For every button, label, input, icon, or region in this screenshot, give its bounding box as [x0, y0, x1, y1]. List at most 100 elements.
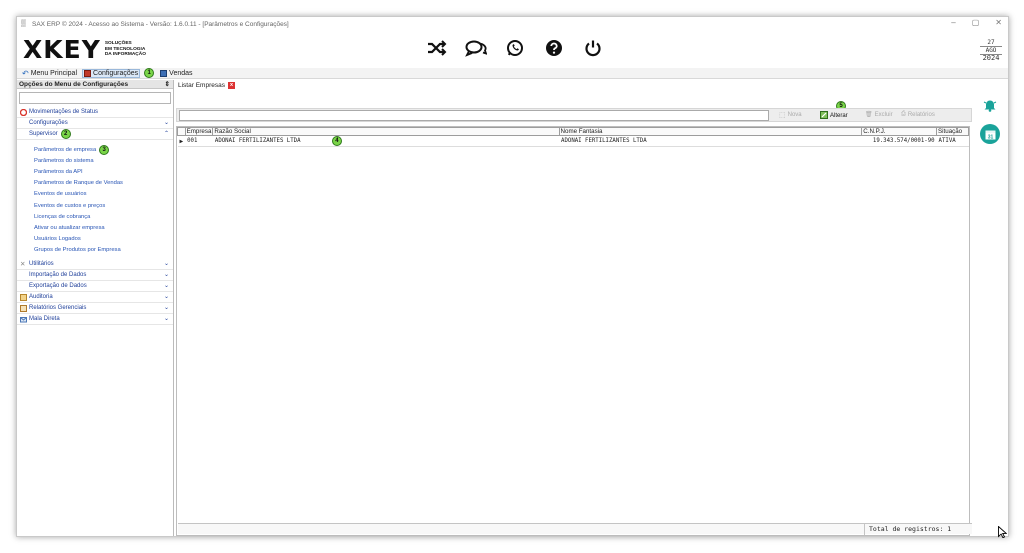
sidebar-subitem-ativar-empresa[interactable]: Ativar ou atualizar empresa — [17, 222, 173, 233]
bell-icon[interactable] — [983, 98, 997, 112]
logo-tagline: SOLUÇÕES EM TECNOLOGIA DA INFORMAÇÃO — [104, 41, 146, 58]
svg-text:31: 31 — [987, 134, 993, 139]
app-window: ▒ SAX ERP © 2024 - Acesso ao Sistema - V… — [16, 16, 1009, 537]
empresas-grid: Empresa Razão Social Nome Fantasia C.N.P… — [176, 126, 972, 536]
sidebar-item-configuracoes[interactable]: Configurações ⌄ — [17, 118, 173, 129]
cell-nome-fantasia[interactable]: ADONAI FERTILIZANTES LTDA — [559, 135, 862, 147]
col-razao-social[interactable]: Razão Social — [212, 127, 560, 136]
date-display: 27 AGO 2024 — [980, 39, 1002, 62]
window-title: SAX ERP © 2024 - Acesso ao Sistema - Ver… — [32, 20, 289, 28]
excluir-button[interactable]: 🗑 Excluir — [865, 111, 893, 119]
chat-icon[interactable] — [465, 38, 487, 58]
sidebar-item-auditoria[interactable]: Auditoria ⌄ — [17, 292, 173, 303]
back-arrow-icon: ↶ — [22, 68, 29, 78]
sidebar-subitem-parametros-sistema[interactable]: Parâmetros do sistema — [17, 155, 173, 166]
sidebar-subitem-ranque-vendas[interactable]: Parâmetros de Ranque de Vendas — [17, 178, 173, 189]
cell-empresa[interactable]: 001 — [185, 135, 213, 147]
audit-icon — [20, 293, 27, 301]
sidebar-subitem-grupos-produtos[interactable]: Grupos de Produtos por Empresa — [17, 245, 173, 256]
main-menu-bar: ↶ Menu Principal Configurações 1 Vendas — [17, 68, 1008, 79]
sidebar-title: Opções do Menu de Configurações ⇕ — [17, 80, 173, 89]
chevron-down-icon: ⌄ — [163, 282, 169, 289]
nova-button[interactable]: ⬚ Nova — [779, 111, 802, 119]
chevron-up-icon: ⌃ — [163, 131, 169, 137]
whatsapp-icon[interactable] — [504, 38, 526, 58]
sidebar-search-input[interactable] — [19, 92, 171, 104]
step-badge: 1 — [144, 68, 155, 78]
cell-situacao[interactable]: ATIVA — [936, 135, 969, 147]
grid-toolbar: ⬚ Nova Alterar 🗑 Excluir ⎙ Relatórios — [176, 108, 972, 122]
empresas-table: Empresa Razão Social Nome Fantasia C.N.P… — [177, 127, 969, 147]
cell-cnpj[interactable]: 19.343.574/0001-90 — [861, 135, 937, 147]
minimize-button[interactable]: – — [951, 18, 955, 27]
col-nome-fantasia[interactable]: Nome Fantasia — [558, 127, 863, 136]
chevron-down-icon: ⌄ — [163, 120, 169, 126]
menu-principal[interactable]: ↶ Menu Principal — [21, 69, 78, 78]
step-badge: 3 — [99, 144, 110, 155]
tab-strip: Listar Empresas x — [175, 80, 977, 90]
print-icon: ⎙ — [901, 111, 906, 117]
sidebar-item-supervisor[interactable]: Supervisor 2 ⌃ — [17, 129, 173, 140]
row-selector-icon: ▶ — [177, 135, 186, 147]
tools-icon: ✕ — [20, 260, 26, 268]
right-quickbar: 31 — [974, 80, 1008, 536]
report-icon — [20, 304, 27, 312]
sidebar-item-mala-direta[interactable]: Mala Direta ⌄ — [17, 314, 173, 325]
total-registros: Total de registros: 1 — [864, 524, 972, 535]
alterar-button[interactable]: Alterar — [820, 111, 848, 121]
menu-configuracoes[interactable]: Configurações — [82, 68, 141, 78]
new-icon: ⬚ — [779, 112, 786, 119]
sidebar-item-movimentacoes[interactable]: Movimentações de Status — [17, 107, 173, 118]
menu-vendas[interactable]: Vendas — [159, 69, 193, 77]
title-bar: ▒ SAX ERP © 2024 - Acesso ao Sistema - V… — [17, 17, 1008, 31]
sales-icon — [160, 69, 168, 77]
col-situacao[interactable]: Situação — [936, 127, 969, 136]
sidebar-subitem-eventos-usuarios[interactable]: Eventos de usuários — [17, 189, 173, 200]
tab-listar-empresas[interactable]: Listar Empresas — [178, 82, 225, 89]
sidebar-item-exportacao[interactable]: Exportação de Dados ⌄ — [17, 281, 173, 292]
chevron-down-icon: ⌄ — [163, 271, 169, 278]
sidebar-subitem-parametros-empresa[interactable]: Parâmetros de empresa 3 — [17, 144, 173, 155]
date-day: 27 — [980, 39, 1002, 47]
chevron-down-icon: ⌄ — [163, 293, 169, 300]
date-year: 2024 — [982, 54, 1000, 62]
status-bar: Total de registros: 1 — [178, 523, 972, 535]
window-controls: – ▢ ✕ — [951, 18, 1002, 27]
maximize-button[interactable]: ▢ — [972, 18, 980, 27]
status-icon — [19, 108, 28, 117]
col-cnpj[interactable]: C.N.P.J. — [861, 127, 938, 136]
sidebar-item-utilitarios[interactable]: ✕ Utilitários ⌄ — [17, 259, 173, 270]
filter-input[interactable] — [179, 110, 769, 121]
close-window-button[interactable]: ✕ — [995, 18, 1002, 27]
app-icon: ▒ — [21, 20, 26, 27]
sidebar-subitem-eventos-custos[interactable]: Eventos de custos e preços — [17, 200, 173, 211]
table-header-row: Empresa Razão Social Nome Fantasia C.N.P… — [177, 127, 969, 136]
calendar-icon[interactable]: 31 — [980, 124, 1000, 144]
close-tab-button[interactable]: x — [227, 81, 235, 89]
row-indicator-header — [177, 127, 186, 136]
help-icon[interactable] — [543, 38, 565, 58]
config-sidebar: Opções do Menu de Configurações ⇕ Movime… — [17, 80, 174, 536]
power-icon[interactable] — [582, 38, 604, 58]
edit-icon — [820, 111, 828, 121]
config-icon — [84, 69, 92, 77]
step-badge: 4 — [331, 136, 342, 146]
sidebar-subitem-parametros-api[interactable]: Parâmetros da API — [17, 166, 173, 177]
chevron-down-icon: ⌄ — [163, 260, 169, 267]
app-header: XKEY SOLUÇÕES EM TECNOLOGIA DA INFORMAÇÃ… — [17, 31, 1008, 67]
relatorios-button[interactable]: ⎙ Relatórios — [901, 111, 935, 118]
sidebar-item-importacao[interactable]: Importação de Dados ⌄ — [17, 270, 173, 281]
pin-icon[interactable]: ⇕ — [165, 80, 170, 88]
mail-icon — [20, 316, 27, 323]
chevron-down-icon: ⌄ — [163, 315, 169, 322]
sidebar-subitem-licencas[interactable]: Licenças de cobrança — [17, 211, 173, 222]
trash-icon: 🗑 — [865, 112, 873, 118]
sidebar-item-relatorios[interactable]: Relatórios Gerenciais ⌄ — [17, 303, 173, 314]
main-panel: Listar Empresas x 5 ⬚ Nova Alterar 🗑 Exc… — [175, 80, 977, 536]
table-row[interactable]: ▶ 001 ADONAI FERTILIZANTES LTDA 4 ADONAI… — [177, 135, 969, 147]
step-badge: 2 — [60, 129, 71, 139]
cell-razao-social[interactable]: ADONAI FERTILIZANTES LTDA 4 — [212, 135, 560, 147]
col-empresa[interactable]: Empresa — [184, 127, 214, 136]
sidebar-subitem-usuarios-logados[interactable]: Usuários Logados — [17, 234, 173, 245]
shuffle-icon[interactable] — [426, 38, 448, 58]
